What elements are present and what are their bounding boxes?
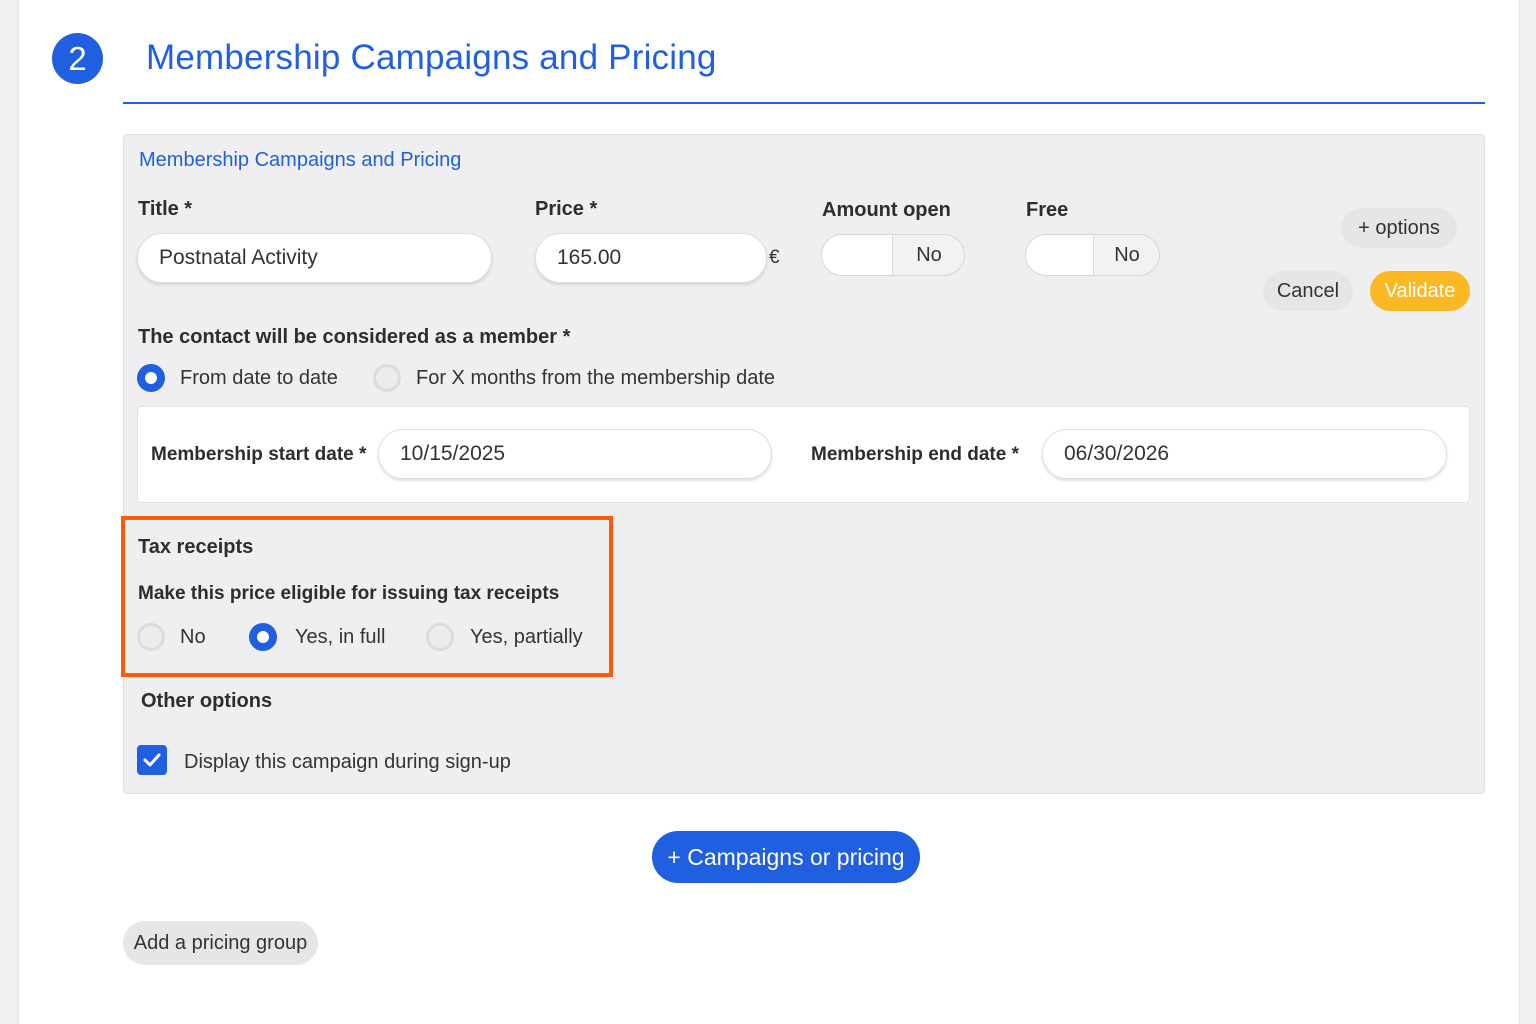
display-signup-checkbox[interactable] — [137, 745, 167, 775]
end-date-label: Membership end date * — [811, 444, 1019, 465]
section-title: Membership Campaigns and Pricing — [146, 38, 717, 77]
radio-tax-no[interactable] — [137, 623, 165, 651]
cancel-button[interactable]: Cancel — [1263, 271, 1353, 311]
currency-symbol: € — [769, 247, 780, 268]
radio-x-months[interactable] — [373, 364, 401, 392]
start-date-label: Membership start date * — [151, 444, 367, 465]
title-input[interactable]: Postnatal Activity — [137, 233, 492, 283]
end-date-input[interactable]: 06/30/2026 — [1042, 429, 1447, 479]
radio-tax-partial[interactable] — [426, 623, 454, 651]
amount-open-value: No — [916, 244, 942, 266]
other-options-heading: Other options — [141, 690, 273, 712]
title-label: Title * — [138, 198, 193, 220]
section-divider — [123, 102, 1485, 104]
panel-title: Membership Campaigns and Pricing — [139, 149, 462, 171]
radio-tax-full-label: Yes, in full — [295, 626, 386, 648]
radio-tax-full[interactable] — [249, 623, 277, 651]
add-campaign-button[interactable]: + Campaigns or pricing — [652, 831, 920, 883]
price-input[interactable]: 165.00 — [535, 233, 767, 283]
display-signup-label: Display this campaign during sign-up — [184, 751, 511, 773]
validate-button[interactable]: Validate — [1370, 271, 1470, 311]
radio-x-months-label: For X months from the membership date — [416, 367, 776, 389]
amount-open-toggle[interactable]: No — [821, 234, 965, 276]
add-pricing-group-button[interactable]: Add a pricing group — [123, 921, 318, 965]
radio-tax-partial-label: Yes, partially — [470, 626, 583, 648]
membership-type-label: The contact will be considered as a memb… — [138, 326, 571, 348]
amount-open-label: Amount open — [822, 199, 951, 221]
step-number-badge: 2 — [52, 33, 103, 84]
tax-receipts-question: Make this price eligible for issuing tax… — [138, 583, 560, 604]
radio-date-to-date-label: From date to date — [180, 367, 338, 389]
price-label: Price * — [535, 198, 598, 220]
free-value: No — [1114, 244, 1140, 266]
toggle-knob — [1026, 235, 1094, 275]
tax-receipts-heading: Tax receipts — [138, 536, 254, 558]
check-icon — [143, 753, 161, 767]
start-date-input[interactable]: 10/15/2025 — [378, 429, 772, 479]
free-label: Free — [1026, 199, 1069, 221]
options-button[interactable]: + options — [1341, 208, 1457, 248]
free-toggle[interactable]: No — [1025, 234, 1160, 276]
toggle-knob — [822, 235, 893, 275]
radio-date-to-date[interactable] — [137, 364, 165, 392]
radio-tax-no-label: No — [180, 626, 206, 648]
